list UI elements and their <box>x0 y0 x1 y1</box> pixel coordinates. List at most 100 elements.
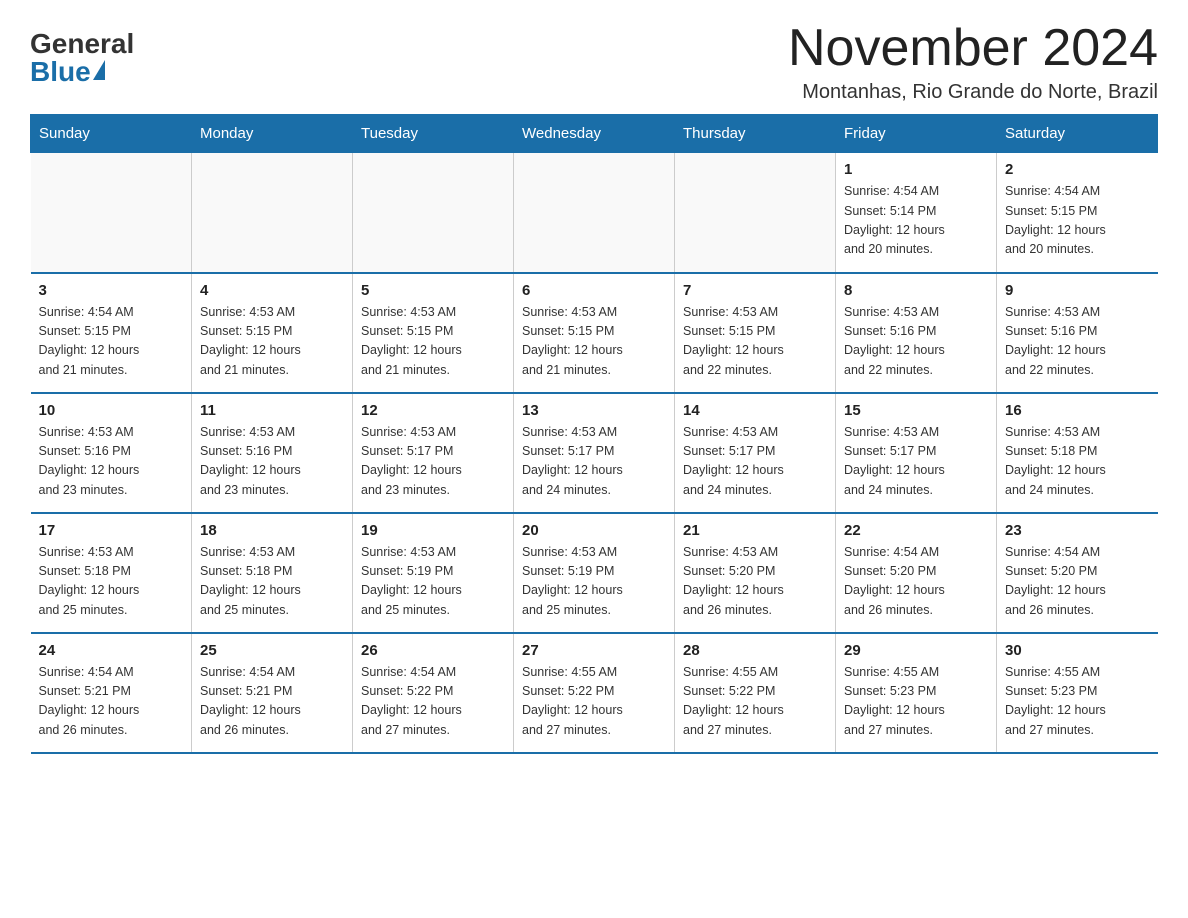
day-number: 28 <box>683 642 827 659</box>
calendar-cell: 15 Sunrise: 4:53 AM Sunset: 5:17 PM Dayli… <box>836 393 997 513</box>
day-number: 18 <box>200 522 344 539</box>
calendar-week-row: 10 Sunrise: 4:53 AM Sunset: 5:16 PM Dayli… <box>31 393 1158 513</box>
day-number: 17 <box>39 522 184 539</box>
weekday-header-thursday: Thursday <box>675 115 836 153</box>
day-number: 5 <box>361 282 505 299</box>
day-number: 8 <box>844 282 988 299</box>
calendar-cell: 18 Sunrise: 4:53 AM Sunset: 5:18 PM Dayli… <box>192 513 353 633</box>
weekday-header-wednesday: Wednesday <box>514 115 675 153</box>
day-sun-info: Sunrise: 4:54 AM Sunset: 5:21 PM Dayligh… <box>39 665 140 737</box>
calendar-cell: 5 Sunrise: 4:53 AM Sunset: 5:15 PM Daylig… <box>353 273 514 393</box>
day-sun-info: Sunrise: 4:53 AM Sunset: 5:17 PM Dayligh… <box>522 425 623 497</box>
day-sun-info: Sunrise: 4:54 AM Sunset: 5:20 PM Dayligh… <box>1005 545 1106 617</box>
day-number: 21 <box>683 522 827 539</box>
day-sun-info: Sunrise: 4:53 AM Sunset: 5:15 PM Dayligh… <box>361 305 462 377</box>
day-sun-info: Sunrise: 4:53 AM Sunset: 5:17 PM Dayligh… <box>844 425 945 497</box>
calendar-cell: 29 Sunrise: 4:55 AM Sunset: 5:23 PM Dayli… <box>836 633 997 753</box>
day-sun-info: Sunrise: 4:55 AM Sunset: 5:22 PM Dayligh… <box>522 665 623 737</box>
calendar-cell: 28Sunrise: 4:55 AM Sunset: 5:22 PM Dayli… <box>675 633 836 753</box>
day-sun-info: Sunrise: 4:53 AM Sunset: 5:18 PM Dayligh… <box>1005 425 1106 497</box>
page-header: General Blue November 2024 Montanhas, Ri… <box>30 20 1158 104</box>
day-number: 27 <box>522 642 666 659</box>
day-sun-info: Sunrise: 4:53 AM Sunset: 5:20 PM Dayligh… <box>683 545 784 617</box>
day-number: 24 <box>39 642 184 659</box>
calendar-cell: 17 Sunrise: 4:53 AM Sunset: 5:18 PM Dayli… <box>31 513 192 633</box>
day-sun-info: Sunrise: 4:53 AM Sunset: 5:15 PM Dayligh… <box>683 305 784 377</box>
calendar-cell: 6 Sunrise: 4:53 AM Sunset: 5:15 PM Daylig… <box>514 273 675 393</box>
calendar-cell: 14 Sunrise: 4:53 AM Sunset: 5:17 PM Dayli… <box>675 393 836 513</box>
calendar-cell: 13Sunrise: 4:53 AM Sunset: 5:17 PM Dayli… <box>514 393 675 513</box>
calendar-week-row: 1Sunrise: 4:54 AM Sunset: 5:14 PM Daylig… <box>31 153 1158 273</box>
day-number: 7 <box>683 282 827 299</box>
logo: General Blue <box>30 30 134 86</box>
day-sun-info: Sunrise: 4:53 AM Sunset: 5:16 PM Dayligh… <box>1005 305 1106 377</box>
calendar-cell: 26Sunrise: 4:54 AM Sunset: 5:22 PM Dayli… <box>353 633 514 753</box>
weekday-header-sunday: Sunday <box>31 115 192 153</box>
day-sun-info: Sunrise: 4:53 AM Sunset: 5:18 PM Dayligh… <box>200 545 301 617</box>
title-block: November 2024 Montanhas, Rio Grande do N… <box>788 20 1158 104</box>
calendar-cell: 3Sunrise: 4:54 AM Sunset: 5:15 PM Daylig… <box>31 273 192 393</box>
day-sun-info: Sunrise: 4:53 AM Sunset: 5:19 PM Dayligh… <box>361 545 462 617</box>
day-number: 1 <box>844 161 988 178</box>
day-number: 30 <box>1005 642 1150 659</box>
calendar-cell: 1Sunrise: 4:54 AM Sunset: 5:14 PM Daylig… <box>836 153 997 273</box>
calendar-week-row: 24 Sunrise: 4:54 AM Sunset: 5:21 PM Dayli… <box>31 633 1158 753</box>
day-number: 9 <box>1005 282 1150 299</box>
day-sun-info: Sunrise: 4:53 AM Sunset: 5:16 PM Dayligh… <box>200 425 301 497</box>
day-sun-info: Sunrise: 4:53 AM Sunset: 5:15 PM Dayligh… <box>522 305 623 377</box>
day-number: 4 <box>200 282 344 299</box>
calendar-cell: 22 Sunrise: 4:54 AM Sunset: 5:20 PM Dayli… <box>836 513 997 633</box>
day-number: 10 <box>39 402 184 419</box>
day-number: 16 <box>1005 402 1150 419</box>
calendar-cell: 20Sunrise: 4:53 AM Sunset: 5:19 PM Dayli… <box>514 513 675 633</box>
day-number: 25 <box>200 642 344 659</box>
month-title: November 2024 <box>788 20 1158 77</box>
calendar-table: SundayMondayTuesdayWednesdayThursdayFrid… <box>30 114 1158 754</box>
calendar-cell: 4Sunrise: 4:53 AM Sunset: 5:15 PM Daylig… <box>192 273 353 393</box>
calendar-cell: 8 Sunrise: 4:53 AM Sunset: 5:16 PM Daylig… <box>836 273 997 393</box>
weekday-header-saturday: Saturday <box>997 115 1158 153</box>
day-sun-info: Sunrise: 4:54 AM Sunset: 5:15 PM Dayligh… <box>1005 184 1106 256</box>
calendar-cell: 16 Sunrise: 4:53 AM Sunset: 5:18 PM Dayli… <box>997 393 1158 513</box>
calendar-cell: 19 Sunrise: 4:53 AM Sunset: 5:19 PM Dayli… <box>353 513 514 633</box>
day-sun-info: Sunrise: 4:55 AM Sunset: 5:23 PM Dayligh… <box>1005 665 1106 737</box>
day-number: 22 <box>844 522 988 539</box>
day-sun-info: Sunrise: 4:53 AM Sunset: 5:17 PM Dayligh… <box>683 425 784 497</box>
calendar-cell: 27 Sunrise: 4:55 AM Sunset: 5:22 PM Dayli… <box>514 633 675 753</box>
day-sun-info: Sunrise: 4:53 AM Sunset: 5:16 PM Dayligh… <box>39 425 140 497</box>
day-number: 11 <box>200 402 344 419</box>
calendar-cell: 7 Sunrise: 4:53 AM Sunset: 5:15 PM Daylig… <box>675 273 836 393</box>
calendar-week-row: 3Sunrise: 4:54 AM Sunset: 5:15 PM Daylig… <box>31 273 1158 393</box>
day-number: 15 <box>844 402 988 419</box>
calendar-header-row: SundayMondayTuesdayWednesdayThursdayFrid… <box>31 115 1158 153</box>
calendar-cell <box>514 153 675 273</box>
calendar-cell <box>353 153 514 273</box>
calendar-cell: 30 Sunrise: 4:55 AM Sunset: 5:23 PM Dayli… <box>997 633 1158 753</box>
logo-general-text: General <box>30 30 134 58</box>
day-number: 19 <box>361 522 505 539</box>
day-number: 29 <box>844 642 988 659</box>
day-sun-info: Sunrise: 4:53 AM Sunset: 5:18 PM Dayligh… <box>39 545 140 617</box>
calendar-cell: 24 Sunrise: 4:54 AM Sunset: 5:21 PM Dayli… <box>31 633 192 753</box>
logo-blue-text: Blue <box>30 58 105 86</box>
calendar-cell <box>192 153 353 273</box>
calendar-cell: 9 Sunrise: 4:53 AM Sunset: 5:16 PM Daylig… <box>997 273 1158 393</box>
location-subtitle: Montanhas, Rio Grande do Norte, Brazil <box>788 81 1158 104</box>
day-number: 23 <box>1005 522 1150 539</box>
calendar-cell: 2Sunrise: 4:54 AM Sunset: 5:15 PM Daylig… <box>997 153 1158 273</box>
day-number: 14 <box>683 402 827 419</box>
weekday-header-friday: Friday <box>836 115 997 153</box>
calendar-cell <box>31 153 192 273</box>
calendar-cell <box>675 153 836 273</box>
day-number: 6 <box>522 282 666 299</box>
day-sun-info: Sunrise: 4:54 AM Sunset: 5:21 PM Dayligh… <box>200 665 301 737</box>
day-sun-info: Sunrise: 4:53 AM Sunset: 5:16 PM Dayligh… <box>844 305 945 377</box>
weekday-header-monday: Monday <box>192 115 353 153</box>
calendar-cell: 25 Sunrise: 4:54 AM Sunset: 5:21 PM Dayli… <box>192 633 353 753</box>
day-sun-info: Sunrise: 4:54 AM Sunset: 5:20 PM Dayligh… <box>844 545 945 617</box>
weekday-header-tuesday: Tuesday <box>353 115 514 153</box>
day-sun-info: Sunrise: 4:54 AM Sunset: 5:22 PM Dayligh… <box>361 665 462 737</box>
calendar-cell: 10 Sunrise: 4:53 AM Sunset: 5:16 PM Dayli… <box>31 393 192 513</box>
day-sun-info: Sunrise: 4:55 AM Sunset: 5:23 PM Dayligh… <box>844 665 945 737</box>
calendar-cell: 11 Sunrise: 4:53 AM Sunset: 5:16 PM Dayli… <box>192 393 353 513</box>
